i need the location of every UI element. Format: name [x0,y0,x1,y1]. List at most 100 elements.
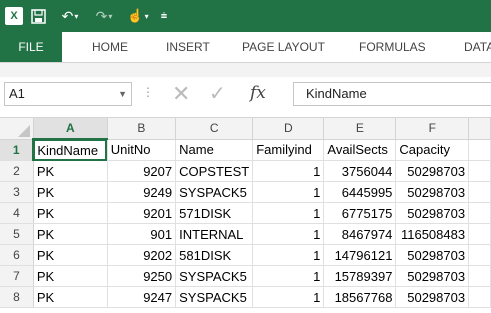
cell[interactable]: 1 [252,265,325,287]
cell[interactable]: PK [33,181,108,203]
cell[interactable]: 3756044 [323,160,397,182]
cell[interactable]: 50298703 [395,265,470,287]
cell[interactable]: 571DISK [175,202,254,224]
cell[interactable]: 116508483 [395,223,470,245]
cell[interactable]: 1 [252,286,325,308]
cell[interactable]: 9201 [107,202,177,224]
save-icon[interactable] [29,6,47,26]
cell[interactable]: UnitNo [107,139,177,161]
row-header[interactable]: 5 [0,223,34,245]
tab-insert[interactable]: INSERT [166,32,210,62]
insert-function-icon[interactable]: fx [250,81,266,105]
cell[interactable]: PK [33,160,108,182]
cell[interactable]: 50298703 [395,160,470,182]
cell[interactable]: INTERNAL [175,223,254,245]
cell[interactable] [468,244,491,266]
row-header[interactable]: 2 [0,160,34,182]
cell[interactable]: 1 [252,181,325,203]
chevron-down-icon[interactable]: ▼ [118,83,127,105]
redo-icon[interactable]: ↷ ▾ [90,6,118,26]
cell[interactable]: 50298703 [395,244,470,266]
cell[interactable]: SYSPACK5 [175,286,254,308]
formula-bar: A1 ▼ ⋮ ✕ ✓ fx KindName [0,77,491,111]
row-header[interactable]: 4 [0,202,34,224]
tab-file[interactable]: FILE [0,32,62,62]
cell[interactable]: 6775175 [323,202,397,224]
cell[interactable]: Capacity [395,139,470,161]
cell[interactable]: 50298703 [395,202,470,224]
cell[interactable]: PK [33,265,108,287]
table-row: 3 PK 9249 SYSPACK5 1 6445995 50298703 [0,181,491,203]
cancel-icon[interactable]: ✕ [172,82,190,106]
cell[interactable]: 1 [252,160,325,182]
cell[interactable]: 14796121 [323,244,397,266]
row-header[interactable]: 3 [0,181,34,203]
cell[interactable]: AvailSects [323,139,397,161]
table-row: 1 KindName UnitNo Name Familyind AvailSe… [0,139,491,161]
cell[interactable]: PK [33,202,108,224]
cell[interactable]: 1 [252,244,325,266]
cell-table: A B C D E F 1 KindName UnitNo Name Famil… [0,118,491,308]
cell[interactable]: 9207 [107,160,177,182]
customize-icon[interactable]: ⩧ [157,6,171,26]
cell[interactable]: PK [33,223,108,245]
cell[interactable]: 50298703 [395,181,470,203]
cell[interactable]: 9202 [107,244,177,266]
row-header[interactable]: 8 [0,286,34,308]
name-box[interactable]: A1 ▼ [4,82,132,106]
column-header-g[interactable] [468,118,491,140]
formula-input[interactable]: KindName [293,82,491,106]
cell[interactable]: Familyind [252,139,325,161]
touch-mode-icon[interactable]: ☝ ▾ [124,6,152,26]
cell[interactable]: 1 [252,202,325,224]
cell[interactable] [468,223,491,245]
cell[interactable] [468,160,491,182]
formula-bar-grip-icon[interactable]: ⋮ [142,85,154,99]
column-header-d[interactable]: D [252,118,325,140]
cell[interactable]: SYSPACK5 [175,181,254,203]
column-header-c[interactable]: C [175,118,254,140]
row-header[interactable]: 7 [0,265,34,287]
cell[interactable]: 901 [107,223,177,245]
cell[interactable] [468,139,491,161]
cell[interactable]: SYSPACK5 [175,265,254,287]
cell[interactable]: KindName [33,139,108,161]
tab-formulas[interactable]: FORMULAS [359,32,426,62]
cell[interactable]: PK [33,286,108,308]
cell[interactable] [468,202,491,224]
cell[interactable]: 15789397 [323,265,397,287]
cell[interactable] [468,181,491,203]
cell[interactable]: 9249 [107,181,177,203]
cell[interactable]: 1 [252,223,325,245]
cell[interactable]: 18567768 [323,286,397,308]
row-header[interactable]: 6 [0,244,34,266]
select-all-corner[interactable] [0,118,34,140]
table-row: 8 PK 9247 SYSPACK5 1 18567768 50298703 [0,286,491,308]
cell[interactable]: Name [175,139,254,161]
undo-icon[interactable]: ↶ ▾ [56,6,84,26]
tab-data[interactable]: DATA [464,32,491,62]
cell[interactable] [468,265,491,287]
cell[interactable]: 9250 [107,265,177,287]
table-row: 2 PK 9207 COPSTEST 1 3756044 50298703 [0,160,491,182]
enter-check-icon[interactable]: ✓ [209,82,226,106]
cell[interactable] [468,286,491,308]
cell[interactable]: 8467974 [323,223,397,245]
column-header-b[interactable]: B [107,118,177,140]
tab-home[interactable]: HOME [92,32,128,62]
cell[interactable]: PK [33,244,108,266]
tab-page-layout[interactable]: PAGE LAYOUT [242,32,325,62]
column-header-e[interactable]: E [323,118,397,140]
table-row: 6 PK 9202 581DISK 1 14796121 50298703 [0,244,491,266]
cell[interactable]: 9247 [107,286,177,308]
cell[interactable]: 6445995 [323,181,397,203]
cell[interactable]: 50298703 [395,286,470,308]
column-header-row: A B C D E F [0,118,491,140]
cell[interactable]: COPSTEST [175,160,254,182]
table-row: 5 PK 901 INTERNAL 1 8467974 116508483 [0,223,491,245]
worksheet-grid[interactable]: A B C D E F 1 KindName UnitNo Name Famil… [0,117,491,313]
cell[interactable]: 581DISK [175,244,254,266]
column-header-a[interactable]: A [33,118,108,140]
row-header[interactable]: 1 [0,139,35,161]
column-header-f[interactable]: F [395,118,470,140]
